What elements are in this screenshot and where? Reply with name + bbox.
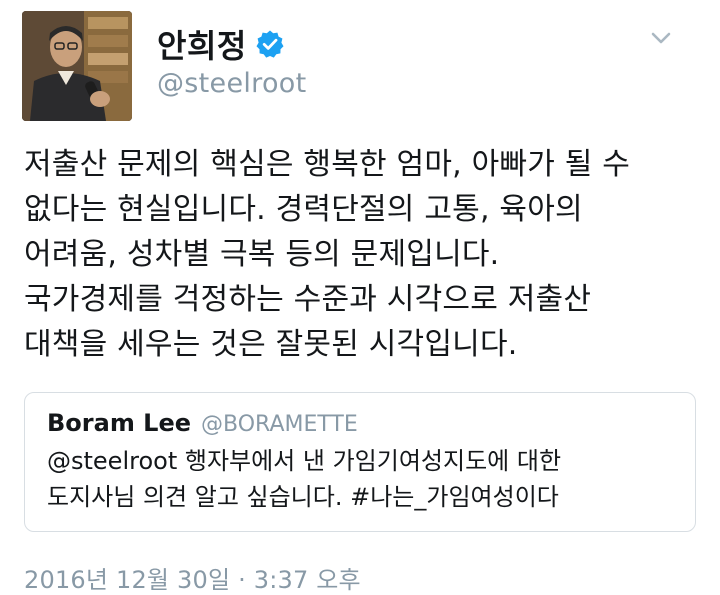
tweet-card: 안희정 @steelroot 저출산 문제의 핵심은 행복한 엄마, 아빠가 될… <box>0 0 720 595</box>
avatar[interactable] <box>22 11 132 121</box>
quoted-text-line: 도지사님 의견 알고 싶습니다. #나는_가임여성이다 <box>47 483 559 511</box>
display-name[interactable]: 안희정 <box>157 21 247 67</box>
tweet-text-line: 저출산 문제의 핵심은 행복한 엄마, 아빠가 될 수 <box>24 147 631 182</box>
verified-badge-icon <box>255 29 285 59</box>
quoted-tweet-card[interactable]: Boram Lee @BORAMETTE @steelroot 행자부에서 낸 … <box>24 392 696 532</box>
quoted-tweet-text: @steelroot 행자부에서 낸 가임기여성지도에 대한 도지사님 의견 알… <box>47 443 561 515</box>
tweet-timestamp[interactable]: 2016년 12월 30일 · 3:37 오후 <box>24 560 361 595</box>
tweet-text-line: 대책을 세우는 것은 잘못된 시각입니다. <box>24 327 518 362</box>
quoted-tweet-header: Boram Lee @BORAMETTE <box>47 409 358 437</box>
tweet-text-line: 없다는 현실입니다. 경력단절의 고통, 육아의 <box>24 192 583 227</box>
tweet-text-line: 국가경제를 걱정하는 수준과 시각으로 저출산 <box>24 282 592 317</box>
quoted-display-name: Boram Lee <box>47 409 192 437</box>
tweet-text: 저출산 문제의 핵심은 행복한 엄마, 아빠가 될 수 없다는 현실입니다. 경… <box>24 142 704 367</box>
quoted-user-handle: @BORAMETTE <box>201 412 358 437</box>
quoted-text-line: @steelroot 행자부에서 낸 가임기여성지도에 대한 <box>47 447 562 475</box>
user-handle[interactable]: @steelroot <box>157 68 307 99</box>
author-name-row[interactable]: 안희정 <box>157 22 285 66</box>
tweet-text-line: 어려움, 성차별 극복 등의 문제입니다. <box>24 237 500 272</box>
chevron-down-icon[interactable] <box>646 26 676 50</box>
